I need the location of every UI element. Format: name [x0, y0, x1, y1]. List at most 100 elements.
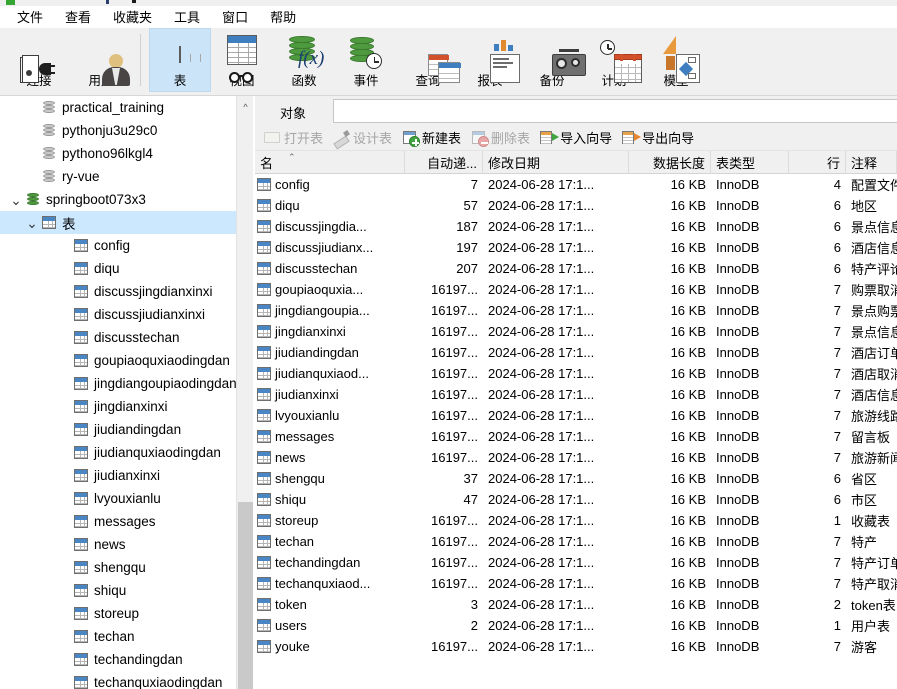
table-row[interactable]: shengqu 37 2024-06-28 17:1... 16 KB InnoDB 6 省… [255, 468, 897, 489]
toolbar-button-视图[interactable]: 视图 [211, 28, 273, 92]
grid-column-header-auto[interactable]: 自动递... [405, 151, 483, 174]
table-row[interactable]: news 16197... 2024-06-28 17:1... 16 KB InnoD… [255, 447, 897, 468]
grid-column-header-rows[interactable]: 行 [789, 151, 846, 174]
table-row[interactable]: jiudianxinxi 16197... 2024-06-28 17:1... 16… [255, 384, 897, 405]
object-toolbar-导入向导[interactable]: 导入向导 [535, 126, 617, 150]
tree-node-springboot073x3[interactable]: ⌄ springboot073x3 [0, 188, 236, 211]
toolbar-button-用户[interactable]: 用户 [70, 28, 132, 92]
tree-node-discusstechan[interactable]: discusstechan [0, 326, 236, 349]
tree-vertical-scrollbar[interactable]: ^ [236, 96, 253, 689]
table-row[interactable]: discussjingdia... 187 2024-06-28 17:1... 16… [255, 216, 897, 237]
toolbar-button-查询[interactable]: 查询 [397, 28, 461, 92]
toolbar-button-连接[interactable]: 连接 [8, 28, 70, 92]
table-row[interactable]: techan 16197... 2024-06-28 17:1... 16 KB Inn… [255, 531, 897, 552]
table-row[interactable]: users 2 2024-06-28 17:1... 16 KB InnoDB 1 用户表 [255, 615, 897, 636]
grid-body[interactable]: config 7 2024-06-28 17:1... 16 KB InnoDB 4 配置文… [255, 174, 897, 657]
grid-header-row[interactable]: 名 ⌃ 自动递... 修改日期 数据长度 表类型行注释 [255, 151, 897, 174]
object-toolbar-导出向导[interactable]: 导出向导 [617, 126, 699, 150]
tree-node-pythono96lkgl4[interactable]: pythono96lkgl4 [0, 142, 236, 165]
grid-column-header-date[interactable]: 修改日期 [483, 151, 629, 174]
menu-bar: 文件 查看 收藏夹 工具 窗口 帮助 [0, 6, 897, 28]
table-row[interactable]: discusstechan 207 2024-06-28 17:1... 16 KB I… [255, 258, 897, 279]
table-row[interactable]: techanquxiaod... 16197... 2024-06-28 17:1.… [255, 573, 897, 594]
menu-item-3[interactable]: 工具 [163, 5, 211, 28]
menu-item-4[interactable]: 窗口 [211, 5, 259, 28]
tree-node-practical_training[interactable]: practical_training [0, 96, 236, 119]
table-icon [257, 409, 275, 422]
table-row[interactable]: techandingdan 16197... 2024-06-28 17:1... 1… [255, 552, 897, 573]
toolbar-button-备份[interactable]: 备份 [521, 28, 586, 92]
object-toolbar-新建表[interactable]: 新建表 [397, 126, 466, 150]
tree-node-shengqu[interactable]: shengqu [0, 556, 236, 579]
table-cell-len: 16 KB [629, 342, 711, 363]
tree-node-storeup[interactable]: storeup [0, 602, 236, 625]
tree-node-techanquxiaodingdan[interactable]: techanquxiaodingdan [0, 671, 236, 689]
grid-column-header-len[interactable]: 数据长度 [629, 151, 711, 174]
menu-item-1[interactable]: 查看 [54, 5, 102, 28]
menu-item-5[interactable]: 帮助 [259, 5, 307, 28]
table-cell-name: youke [255, 636, 405, 657]
tree-node-jiudianxinxi[interactable]: jiudianxinxi [0, 464, 236, 487]
table-cell-text: 2024-06-28 17:1... [488, 345, 595, 360]
table-row[interactable]: storeup 16197... 2024-06-28 17:1... 16 KB In… [255, 510, 897, 531]
toolbar-button-函数[interactable]: f(x) 函数 [273, 28, 335, 92]
table-row[interactable]: jiudiandingdan 16197... 2024-06-28 17:1...… [255, 342, 897, 363]
table-row[interactable]: youke 16197... 2024-06-28 17:1... 16 KB Inno… [255, 636, 897, 657]
table-row[interactable]: token 3 2024-06-28 17:1... 16 KB InnoDB 2 toke… [255, 594, 897, 615]
table-row[interactable]: discussjiudianx... 197 2024-06-28 17:1... 1… [255, 237, 897, 258]
object-filter-input[interactable] [334, 100, 897, 122]
table-cell-text: 7 [833, 303, 841, 318]
tree-node-diqu[interactable]: diqu [0, 257, 236, 280]
tree-node-discussjiudianxinxi[interactable]: discussjiudianxinxi [0, 303, 236, 326]
table-row[interactable]: jingdiangoupia... 16197... 2024-06-28 17:1… [255, 300, 897, 321]
tree-node-jiudiandingdan[interactable]: jiudiandingdan [0, 418, 236, 441]
scrollbar-thumb[interactable] [238, 502, 253, 689]
toolbar-button-表[interactable]: 表 [149, 28, 211, 92]
tree-node-jiudianquxiaodingdan[interactable]: jiudianquxiaodingdan [0, 441, 236, 464]
toolbar-button-模型[interactable]: 模型 [645, 28, 707, 92]
table-row[interactable]: messages 16197... 2024-06-28 17:1... 16 KB I… [255, 426, 897, 447]
table-cell-text: 16 KB [670, 387, 706, 402]
tree-node-pythonju3u29c0[interactable]: pythonju3u29c0 [0, 119, 236, 142]
tree-node-news[interactable]: news [0, 533, 236, 556]
grid-column-header-note[interactable]: 注释 [846, 151, 897, 174]
toolbar-button-label: 备份 [539, 74, 565, 88]
tree-node-techandingdan[interactable]: techandingdan [0, 648, 236, 671]
table-row[interactable]: lvyouxianlu 16197... 2024-06-28 17:1... 16 … [255, 405, 897, 426]
table-row[interactable]: jiudianquxiaod... 16197... 2024-06-28 17:1… [255, 363, 897, 384]
table-row[interactable]: jingdianxinxi 16197... 2024-06-28 17:1... 1… [255, 321, 897, 342]
table-cell-text: 16 KB [670, 492, 706, 507]
tree-node-ry-vue[interactable]: ry-vue [0, 165, 236, 188]
chevron-down-icon[interactable]: ⌄ [8, 192, 24, 208]
tree-node-jingdianxinxi[interactable]: jingdianxinxi [0, 395, 236, 418]
tables-grid[interactable]: 名 ⌃ 自动递... 修改日期 数据长度 表类型行注释 config 7 2024-06-28… [255, 151, 897, 689]
tree-node-表[interactable]: ⌄ 表 [0, 211, 236, 234]
table-row[interactable]: shiqu 47 2024-06-28 17:1... 16 KB InnoDB 6 市区 [255, 489, 897, 510]
scroll-up-icon[interactable]: ^ [237, 98, 254, 115]
table-cell-name: shiqu [255, 489, 405, 510]
toolbar-button-计划[interactable]: 计划 [583, 28, 645, 92]
grid-column-header-type[interactable]: 表类型 [711, 151, 789, 174]
toolbar-button-事件[interactable]: 事件 [335, 28, 397, 92]
menu-item-0[interactable]: 文件 [6, 5, 54, 28]
tree-node-config[interactable]: config [0, 234, 236, 257]
table-cell-name: lvyouxianlu [255, 405, 405, 426]
database-tree-panel[interactable]: practical_training pythonju3u29c0 pythono9… [0, 96, 236, 689]
table-row[interactable]: config 7 2024-06-28 17:1... 16 KB InnoDB 4 配置文… [255, 174, 897, 195]
menu-item-2[interactable]: 收藏夹 [102, 5, 163, 28]
tree-node-techan[interactable]: techan [0, 625, 236, 648]
table-row[interactable]: goupiaoquxia... 16197... 2024-06-28 17:1..… [255, 279, 897, 300]
tree-node-goupiaoquxiaodingdan[interactable]: goupiaoquxiaodingdan [0, 349, 236, 372]
tab-objects[interactable]: 对象 [263, 99, 324, 125]
object-filter-box[interactable] [333, 99, 897, 123]
table-row[interactable]: diqu 57 2024-06-28 17:1... 16 KB InnoDB 6 地区 [255, 195, 897, 216]
chevron-down-icon[interactable]: ⌄ [24, 215, 40, 231]
tree-node-lvyouxianlu[interactable]: lvyouxianlu [0, 487, 236, 510]
tree-node-shiqu[interactable]: shiqu [0, 579, 236, 602]
tree-node-jingdiangoupiaodingdan[interactable]: jingdiangoupiaodingdan [0, 372, 236, 395]
grid-column-header-name[interactable]: 名 ⌃ [255, 151, 405, 174]
table-cell-text: 16197... [431, 387, 478, 402]
tree-node-discussjingdianxinxi[interactable]: discussjingdianxinxi [0, 280, 236, 303]
tree-node-messages[interactable]: messages [0, 510, 236, 533]
toolbar-button-报表[interactable]: 报表 [459, 28, 521, 92]
